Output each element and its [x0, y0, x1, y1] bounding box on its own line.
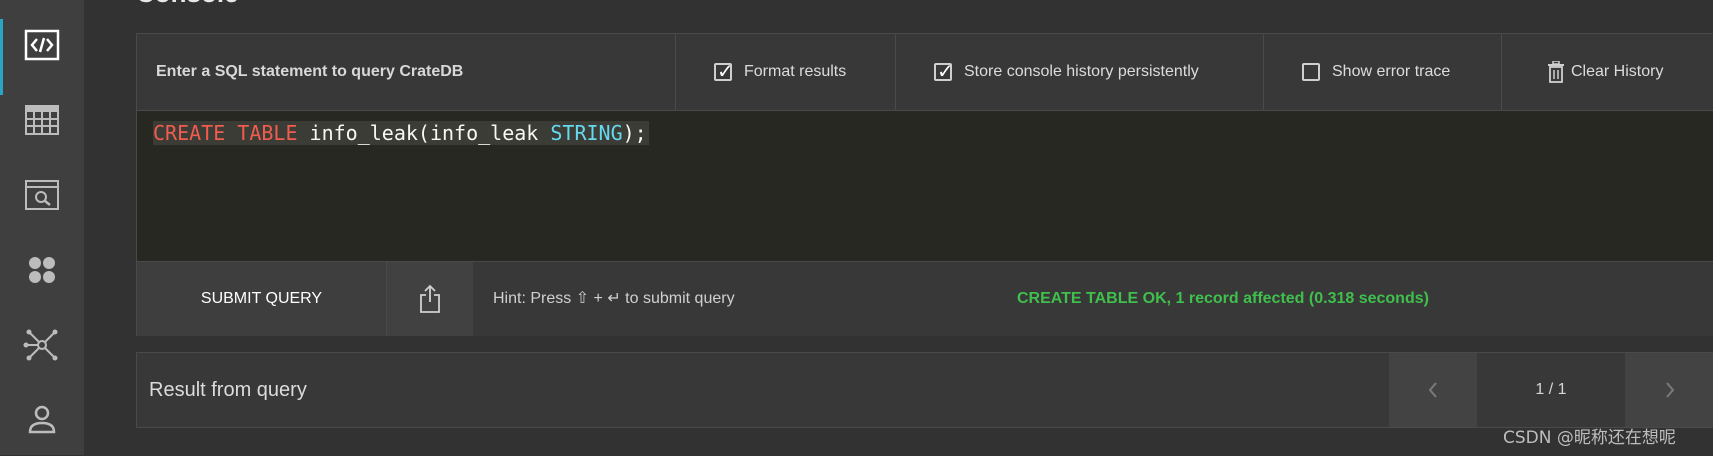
- chevron-right-icon: [1666, 382, 1675, 398]
- next-page-button[interactable]: [1625, 353, 1713, 427]
- code-token-keyword: CREATE: [153, 121, 226, 145]
- sidebar-item-views[interactable]: [0, 159, 84, 231]
- page-title: Console: [136, 0, 239, 9]
- sidebar-item-users[interactable]: [0, 384, 84, 456]
- show-error-trace-checkbox[interactable]: [1302, 63, 1320, 81]
- submit-hint: Hint: Press ⇧ + ↵ to submit query: [493, 290, 735, 307]
- result-title: Result from query: [149, 379, 307, 401]
- code-icon: [24, 29, 60, 61]
- store-history-label: Store console history persistently: [964, 63, 1199, 80]
- console-toolbar: Enter a SQL statement to query CrateDB F…: [137, 34, 1713, 110]
- store-history-toggle[interactable]: Store console history persistently: [895, 34, 1263, 110]
- query-status-message: CREATE TABLE OK, 1 record affected (0.31…: [1017, 290, 1429, 307]
- sidebar: [0, 0, 84, 455]
- page-indicator: 1 / 1: [1535, 381, 1567, 398]
- chevron-left-icon: [1428, 382, 1437, 398]
- show-error-trace-toggle[interactable]: Show error trace: [1263, 34, 1501, 110]
- format-results-label: Format results: [744, 63, 847, 80]
- network-icon: [23, 329, 58, 361]
- sidebar-item-cluster[interactable]: [0, 234, 84, 306]
- show-error-trace-label: Show error trace: [1332, 63, 1451, 80]
- user-icon: [28, 405, 56, 434]
- cluster-icon: [29, 257, 55, 283]
- sidebar-item-console[interactable]: [0, 9, 84, 95]
- code-token-type: STRING: [550, 121, 623, 145]
- sidebar-item-network[interactable]: [0, 309, 84, 381]
- code-token-text: info_leak(info_leak: [297, 121, 551, 145]
- console-actions-bar: SUBMIT QUERY Hint: Press ⇧ + ↵ to submit…: [137, 261, 1713, 336]
- table-icon: [25, 105, 59, 135]
- clear-history-button[interactable]: Clear History: [1501, 34, 1713, 110]
- code-line: CREATE TABLE info_leak(info_leak STRING)…: [153, 121, 649, 145]
- previous-page-button[interactable]: [1389, 353, 1477, 427]
- code-token-text: );: [622, 121, 647, 145]
- store-history-checkbox[interactable]: [934, 59, 954, 83]
- query-prompt-label: Enter a SQL statement to query CrateDB: [156, 63, 464, 80]
- sql-editor[interactable]: CREATE TABLE info_leak(info_leak STRING)…: [137, 111, 1713, 261]
- share-button[interactable]: [387, 262, 473, 336]
- code-token-keyword: TABLE: [237, 121, 298, 145]
- submit-query-button[interactable]: SUBMIT QUERY: [137, 262, 387, 336]
- result-panel: Result from query 1 / 1: [136, 352, 1713, 428]
- search-window-icon: [25, 180, 59, 210]
- sidebar-item-tables[interactable]: [0, 84, 84, 156]
- format-results-checkbox[interactable]: [714, 59, 734, 83]
- format-results-toggle[interactable]: Format results: [675, 34, 895, 110]
- clear-history-label: Clear History: [1571, 63, 1664, 80]
- console-panel: Enter a SQL statement to query CrateDB F…: [136, 33, 1713, 336]
- trash-icon: [1548, 61, 1564, 83]
- share-icon: [420, 284, 440, 313]
- watermark: CSDN @昵称还在想呢: [1503, 428, 1676, 448]
